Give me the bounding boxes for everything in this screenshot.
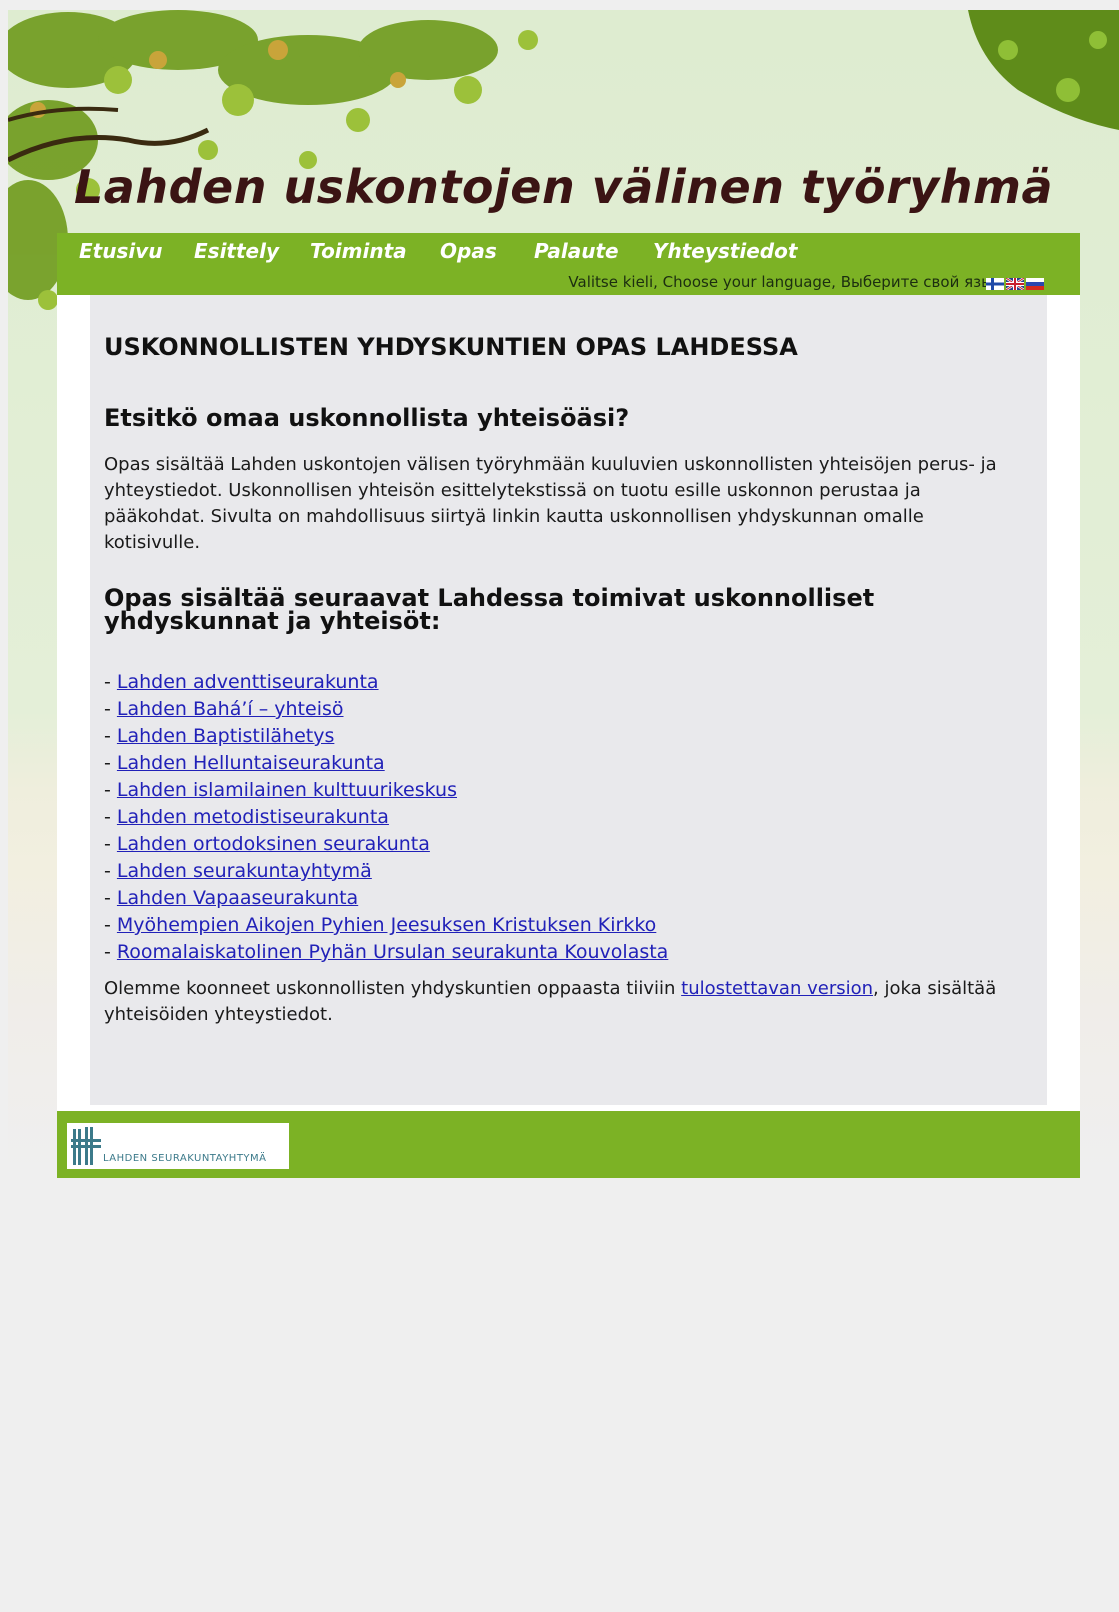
list-item: - Myöhempien Aikojen Pyhien Jeesuksen Kr… <box>104 914 657 936</box>
community-link[interactable]: Lahden ortodoksinen seurakunta <box>117 833 430 855</box>
nav-etusivu[interactable]: Etusivu <box>79 239 163 263</box>
logo-text: LAHDEN SEURAKUNTAYHTYMÄ <box>103 1153 267 1164</box>
list-heading: Opas sisältää seuraavat Lahdessa toimiva… <box>104 584 875 635</box>
list-item: - Lahden Vapaaseurakunta <box>104 887 359 909</box>
community-link[interactable]: Lahden Baptistilähetys <box>117 725 334 747</box>
print-version-link[interactable]: tulostettavan version <box>681 978 873 999</box>
page-frame: Etusivu Esittely Toiminta Opas Palaute Y… <box>57 233 1080 1178</box>
list-item: - Lahden seurakuntayhtymä <box>104 860 372 882</box>
nav-opas[interactable]: Opas <box>440 239 497 263</box>
community-link[interactable]: Lahden adventtiseurakunta <box>117 671 379 693</box>
english-flag-icon[interactable] <box>1006 278 1024 290</box>
list-item: - Lahden Baptistilähetys <box>104 725 335 747</box>
list-item: - Roomalaiskatolinen Pyhän Ursulan seura… <box>104 941 669 963</box>
russian-flag-icon[interactable] <box>1026 278 1044 290</box>
list-item: - Lahden ortodoksinen seurakunta <box>104 833 430 855</box>
nav-toiminta[interactable]: Toiminta <box>310 239 407 263</box>
list-item: - Lahden islamilainen kulttuurikeskus <box>104 779 457 801</box>
footer: LAHDEN SEURAKUNTAYHTYMÄ <box>57 1111 1080 1178</box>
main-navigation: Etusivu Esittely Toiminta Opas Palaute Y… <box>57 233 1080 295</box>
community-link[interactable]: Roomalaiskatolinen Pyhän Ursulan seuraku… <box>117 941 668 963</box>
finnish-flag-icon[interactable] <box>986 278 1004 290</box>
community-link[interactable]: Lahden Helluntaiseurakunta <box>117 752 385 774</box>
intro-paragraph: Opas sisältää Lahden uskontojen välisen … <box>104 454 997 553</box>
community-link[interactable]: Lahden metodistiseurakunta <box>117 806 389 828</box>
language-prompt: Valitse kieli, Choose your language, Выб… <box>568 273 1002 291</box>
nav-esittely[interactable]: Esittely <box>194 239 279 263</box>
list-item: - Lahden Bahá’í – yhteisö <box>104 698 344 720</box>
community-link[interactable]: Lahden Vapaaseurakunta <box>117 887 358 909</box>
list-item: - Lahden adventtiseurakunta <box>104 671 379 693</box>
cross-logo-icon <box>71 1127 101 1165</box>
page-heading: USKONNOLLISTEN YHDYSKUNTIEN OPAS LAHDESS… <box>104 333 798 361</box>
nav-yhteystiedot[interactable]: Yhteystiedot <box>653 239 797 263</box>
print-version-paragraph: Olemme koonneet uskonnollisten yhdyskunt… <box>104 978 997 1025</box>
seurakuntayhtyma-logo[interactable]: LAHDEN SEURAKUNTAYHTYMÄ <box>67 1123 289 1169</box>
list-item: - Lahden metodistiseurakunta <box>104 806 389 828</box>
community-link[interactable]: Lahden seurakuntayhtymä <box>117 860 372 882</box>
list-item: - Lahden Helluntaiseurakunta <box>104 752 385 774</box>
section-heading: Etsitkö omaa uskonnollista yhteisöäsi? <box>104 404 630 432</box>
community-list: - Lahden adventtiseurakunta - Lahden Bah… <box>104 669 668 966</box>
main-content: USKONNOLLISTEN YHDYSKUNTIEN OPAS LAHDESS… <box>90 295 1047 1105</box>
community-link[interactable]: Myöhempien Aikojen Pyhien Jeesuksen Kris… <box>117 914 656 936</box>
site-title: Lahden uskontojen välinen työryhmä <box>74 160 1053 214</box>
community-link[interactable]: Lahden islamilainen kulttuurikeskus <box>117 779 457 801</box>
nav-palaute[interactable]: Palaute <box>534 239 619 263</box>
community-link[interactable]: Lahden Bahá’í – yhteisö <box>117 698 344 720</box>
